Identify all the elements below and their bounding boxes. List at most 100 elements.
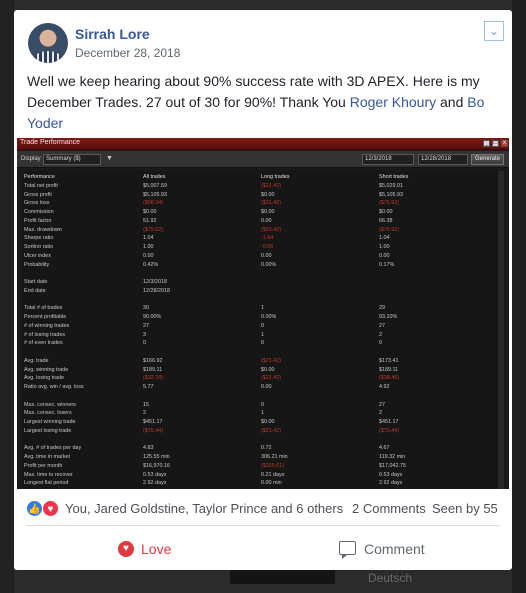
- tp-metric-value: 66.38: [379, 217, 393, 224]
- tp-metric-value: 93.10%: [379, 314, 398, 320]
- tp-metric-value: 1: [261, 410, 264, 417]
- background-panel-right: [512, 0, 526, 593]
- reaction-summary[interactable]: You, Jared Goldstine, Taylor Prince and …: [65, 501, 343, 516]
- tp-metric-value: ($79.62): [143, 226, 164, 233]
- tp-metric-value: 0.53 days: [143, 471, 167, 478]
- tp-metric-label: Avg. losing trade: [24, 375, 65, 382]
- tp-metric-value: $5,105.93: [379, 191, 403, 198]
- tp-metric-label: Probability: [24, 261, 50, 268]
- tp-metric-value: 2.92 days: [379, 480, 403, 487]
- close-icon: x: [501, 140, 508, 147]
- tp-metric-value: $0.00: [261, 419, 275, 425]
- tp-metric-row: Profit per month $16,970.16 ($325.61) $17,0…: [22, 463, 504, 470]
- tp-date-from: 12/3/2018: [362, 154, 414, 165]
- tp-metric-label: Max. time to recover: [24, 471, 73, 478]
- mention-roger-khoury[interactable]: Roger Khoury: [350, 94, 436, 110]
- tp-metric-value: $189.11: [379, 366, 399, 373]
- tp-metric-value: 0: [379, 340, 382, 347]
- comments-count[interactable]: 2 Comments: [352, 501, 426, 516]
- tp-metric-row: [22, 297, 504, 304]
- tp-metric-value: 2: [379, 410, 382, 417]
- tp-metric-label: Longest flat period: [24, 480, 69, 487]
- tp-metric-row: Max. consec. losers 2 1 2: [22, 410, 504, 417]
- tp-metric-value: $5,029.01: [379, 182, 403, 189]
- tp-metric-value: 27: [379, 322, 385, 329]
- tp-metric-value: ($21.42): [261, 375, 282, 382]
- tp-metric-row: Gross profit $5,105.93 $0.00 $5,105.93: [22, 192, 504, 199]
- chevron-down-icon[interactable]: ⌄: [484, 21, 504, 41]
- trade-performance-screenshot[interactable]: Trade Performance _ □ x Display Summary …: [17, 138, 509, 489]
- tp-metric-label: Largest winning trade: [24, 419, 76, 425]
- tp-metric-value: 30: [143, 305, 149, 312]
- tp-metric-label: Percent profitable: [24, 314, 67, 320]
- tp-metric-value: 0.00%: [261, 261, 277, 268]
- tp-metric-row: [22, 393, 504, 400]
- tp-metric-value: 0: [143, 340, 146, 347]
- heart-icon[interactable]: ♥: [42, 500, 59, 517]
- love-heart-icon: ♥: [118, 541, 134, 557]
- tp-metric-value: 0.42%: [143, 261, 159, 268]
- tp-metric-label: Start date: [24, 279, 48, 285]
- tp-metric-value: 1.04: [379, 235, 390, 242]
- tp-metric-row: # of winning trades 27 0 27: [22, 323, 504, 330]
- tp-metric-value: $451.17: [379, 419, 399, 425]
- tp-results-grid: Performance All trades Long trades Short tr…: [22, 171, 504, 489]
- tp-metric-row: Ulcer index 0.00 0.00 0.00: [22, 253, 504, 260]
- author-avatar[interactable]: [28, 23, 68, 63]
- tp-metric-row: [22, 437, 504, 444]
- tp-metric-value: 119.32 min: [379, 454, 406, 460]
- tp-metric-row: Avg. trade $166.92 ($21.42) $173.41: [22, 358, 504, 365]
- tp-metric-value: 0.00: [261, 384, 272, 390]
- tp-metric-value: $189.11: [143, 366, 163, 373]
- tp-metric-value: ($21.42): [261, 182, 282, 189]
- background-panel-bottom: [230, 570, 335, 584]
- tp-metric-value: 0: [261, 340, 264, 347]
- tp-header-cell: Short trades: [379, 174, 409, 180]
- tp-metric-value: 4.92: [379, 384, 390, 390]
- minimize-icon: _: [483, 140, 490, 147]
- tp-metric-row: Probability 0.42% 0.00% 0.17%: [22, 262, 504, 269]
- tp-metric-label: Total # of trades: [24, 305, 63, 312]
- tp-metric-label: Avg. winning trade: [24, 366, 69, 373]
- tp-metric-label: Profit factor: [24, 217, 52, 224]
- tp-metric-value: 0.00: [261, 252, 272, 259]
- tp-window-title: Trade Performance: [20, 139, 81, 146]
- tp-metric-value: 0.00%: [261, 314, 277, 320]
- tp-metric-label: Max. drawdown: [24, 226, 62, 233]
- tp-metric-value: 12/28/2018: [143, 287, 170, 294]
- tp-metric-row: [22, 270, 504, 277]
- tp-metric-label: Avg. trade: [24, 357, 49, 364]
- tp-metric-value: ($76.92): [379, 200, 400, 207]
- tp-metric-row: End date 12/28/2018: [22, 288, 504, 295]
- love-button[interactable]: Love: [141, 536, 171, 562]
- tp-metric-value: 0.00 min: [261, 480, 282, 487]
- tp-metric-label: Largest losing trade: [24, 427, 72, 434]
- tp-metric-value: -0.06: [261, 244, 274, 250]
- tp-metric-value: ($75.44): [143, 427, 164, 434]
- tp-metric-label: Gross profit: [24, 191, 52, 198]
- tp-metric-value: 0.53 days: [379, 471, 403, 478]
- tp-metric-value: ($98.34): [143, 200, 164, 207]
- tp-metric-value: ($21.42): [261, 357, 282, 364]
- seen-count[interactable]: Seen by 55: [432, 501, 498, 516]
- comment-button[interactable]: Comment: [364, 536, 425, 562]
- comment-icon: [339, 541, 356, 559]
- like-icon[interactable]: 👍: [26, 500, 43, 517]
- tp-header-cell: All trades: [143, 174, 166, 180]
- tp-metric-row: Avg. time in market 125.55 min 306.21 min 1…: [22, 454, 504, 461]
- tp-metric-row: Largest losing trade ($75.44) ($21.42) ($75…: [22, 428, 504, 435]
- tp-metric-value: $0.00: [261, 209, 275, 215]
- tp-metric-value: $451.17: [143, 419, 163, 425]
- tp-metric-label: Gross loss: [24, 200, 50, 207]
- tp-metric-value: 2: [143, 410, 146, 417]
- tp-metric-value: 4.67: [379, 445, 390, 452]
- background-panel-left: [0, 0, 14, 593]
- post-date[interactable]: December 28, 2018: [75, 46, 180, 60]
- tp-header-cell: Long trades: [261, 174, 290, 180]
- tp-metric-value: 0.72: [261, 445, 272, 452]
- tp-metric-row: Gross loss ($98.34) ($21.42) ($76.92): [22, 200, 504, 207]
- tp-metric-value: $17,042.75: [379, 462, 406, 469]
- tp-metric-value: $5,007.59: [143, 182, 167, 189]
- tp-metric-row: Avg. winning trade $189.11 $0.00 $189.11: [22, 367, 504, 374]
- author-name[interactable]: Sirrah Lore: [75, 26, 150, 42]
